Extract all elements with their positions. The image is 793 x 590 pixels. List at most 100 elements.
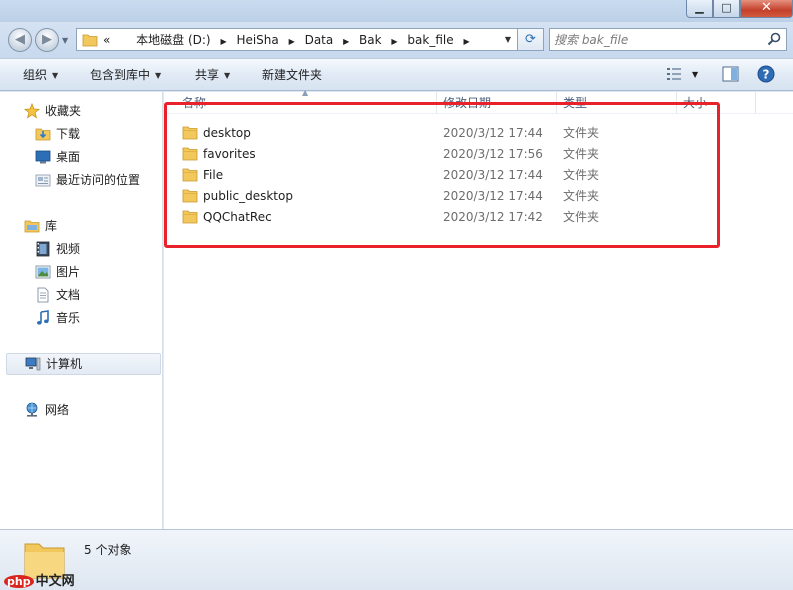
chevron-down-icon: ▼ <box>52 71 59 80</box>
folder-icon <box>182 189 198 203</box>
title-bar: ▁ □ ✕ <box>0 0 793 22</box>
sidebar-item-network[interactable]: 网络 <box>24 400 144 420</box>
refresh-button[interactable]: ⟳ <box>518 28 544 51</box>
breadcrumb-drive[interactable]: 本地磁盘 (D:) <box>136 32 210 48</box>
sidebar-item-pictures[interactable]: 图片 <box>35 262 145 282</box>
column-divider[interactable] <box>755 92 756 114</box>
folder-icon <box>182 147 198 161</box>
sidebar-item-downloads[interactable]: 下载 <box>35 124 145 144</box>
maximize-icon: □ <box>721 1 732 14</box>
recent-places-icon <box>35 174 51 187</box>
folder-icon <box>182 168 198 182</box>
preview-pane-icon[interactable] <box>722 66 739 82</box>
include-in-library-menu[interactable]: 包含到库中 ▼ <box>90 67 161 84</box>
minimize-icon: ▁ <box>695 1 704 14</box>
svg-text:?: ? <box>763 68 770 82</box>
sidebar-item-music[interactable]: 音乐 <box>35 308 145 328</box>
file-name: File <box>203 168 224 182</box>
search-box[interactable] <box>549 28 787 51</box>
recent-pages-dropdown[interactable]: ▼ <box>62 36 68 45</box>
sidebar-item-recent-places[interactable]: 最近访问的位置 <box>35 170 160 190</box>
column-header-size[interactable]: 大小 <box>683 95 707 111</box>
sidebar-item-libraries[interactable]: 库 <box>24 216 144 236</box>
picture-icon <box>35 265 51 279</box>
watermark-text: 中文网 <box>35 574 75 589</box>
breadcrumb-data[interactable]: Data <box>305 32 334 48</box>
sidebar-item-desktop[interactable]: 桌面 <box>35 147 145 167</box>
view-options-dropdown[interactable]: ▼ <box>692 67 698 83</box>
file-row[interactable]: public_desktop 2020/3/12 17:44 文件夹 <box>164 186 793 207</box>
new-folder-button[interactable]: 新建文件夹 <box>262 67 322 83</box>
breadcrumb-overflow[interactable]: « <box>103 32 110 48</box>
sidebar-item-label: 最近访问的位置 <box>56 173 141 187</box>
file-date-modified: 2020/3/12 17:56 <box>443 147 543 161</box>
navigation-bar: ◀ ▶ ▼ « ▶ 本地磁盘 (D:) ▶ HeiSha ▶ Data ▶ Ba… <box>0 22 793 58</box>
chevron-right-icon[interactable]: ▶ <box>220 34 226 50</box>
forward-button[interactable]: ▶ <box>35 28 59 52</box>
sidebar-item-computer[interactable]: 计算机 <box>6 353 161 375</box>
chevron-right-icon[interactable]: ▶ <box>343 34 349 50</box>
sidebar-item-label: 文档 <box>56 288 81 302</box>
back-button[interactable]: ◀ <box>8 28 32 52</box>
library-icon <box>24 220 40 233</box>
breadcrumb-bak-file[interactable]: bak_file <box>407 32 453 48</box>
maximize-button[interactable]: □ <box>713 0 740 18</box>
sidebar-item-videos[interactable]: 视频 <box>35 239 145 259</box>
column-header-row: ▲ 名称 修改日期 类型 大小 <box>164 88 793 114</box>
minimize-button[interactable]: ▁ <box>686 0 713 18</box>
file-row[interactable]: QQChatRec 2020/3/12 17:42 文件夹 <box>164 207 793 228</box>
address-bar[interactable]: « ▶ 本地磁盘 (D:) ▶ HeiSha ▶ Data ▶ Bak ▶ ba… <box>76 28 518 51</box>
network-icon <box>26 402 38 417</box>
sidebar-item-label: 桌面 <box>56 150 81 164</box>
close-icon: ✕ <box>761 0 772 15</box>
file-row[interactable]: favorites 2020/3/12 17:56 文件夹 <box>164 144 793 165</box>
column-header-date-modified[interactable]: 修改日期 <box>443 95 491 111</box>
sidebar-item-label: 下载 <box>56 127 81 141</box>
sidebar-item-favorites[interactable]: 收藏夹 <box>24 101 144 121</box>
search-icon[interactable] <box>767 32 781 46</box>
file-type: 文件夹 <box>563 168 600 182</box>
navigation-pane: 收藏夹 下载 桌面 最近访问的位置 库 视频 图片 文档 音乐 计算机 网络 <box>0 92 163 529</box>
file-row[interactable]: desktop 2020/3/12 17:44 文件夹 <box>164 123 793 144</box>
include-in-library-label: 包含到库中 <box>90 68 151 82</box>
folder-icon <box>82 34 98 47</box>
column-header-type[interactable]: 类型 <box>563 95 587 111</box>
organize-menu[interactable]: 组织 ▼ <box>23 67 58 84</box>
sort-ascending-icon: ▲ <box>302 88 309 97</box>
column-divider[interactable] <box>556 92 557 114</box>
sidebar-item-label: 库 <box>45 219 58 233</box>
organize-label: 组织 <box>23 68 48 82</box>
breadcrumb-bak[interactable]: Bak <box>359 32 382 48</box>
sidebar-item-documents[interactable]: 文档 <box>35 285 145 305</box>
share-label: 共享 <box>195 68 220 82</box>
site-watermark: php 中文网 <box>4 570 75 589</box>
folder-icon <box>182 210 198 224</box>
column-divider[interactable] <box>676 92 677 114</box>
chevron-right-icon[interactable]: ▶ <box>463 34 469 50</box>
desktop-icon <box>35 150 51 164</box>
breadcrumb: « ▶ 本地磁盘 (D:) ▶ HeiSha ▶ Data ▶ Bak ▶ ba… <box>103 32 476 50</box>
chevron-right-icon[interactable]: ▶ <box>391 34 397 50</box>
help-icon[interactable]: ? <box>757 65 775 83</box>
file-type: 文件夹 <box>563 147 600 161</box>
close-button[interactable]: ✕ <box>740 0 793 18</box>
address-history-dropdown[interactable]: ▼ <box>499 29 517 50</box>
file-name: favorites <box>203 147 256 161</box>
column-header-name[interactable]: 名称 <box>182 95 206 111</box>
sidebar-item-label: 计算机 <box>46 357 83 371</box>
download-folder-icon <box>35 128 51 141</box>
details-pane: 5 个对象 php 中文网 <box>0 529 793 590</box>
watermark-badge: php <box>4 575 34 588</box>
column-divider[interactable] <box>436 92 437 114</box>
view-options-icon[interactable] <box>666 67 682 81</box>
music-icon <box>37 310 49 325</box>
back-arrow-icon: ◀ <box>15 32 25 47</box>
share-menu[interactable]: 共享 ▼ <box>195 67 230 84</box>
chevron-right-icon[interactable]: ▶ <box>289 34 295 50</box>
breadcrumb-heisha[interactable]: HeiSha <box>236 32 278 48</box>
sidebar-item-label: 视频 <box>56 242 81 256</box>
file-row[interactable]: File 2020/3/12 17:44 文件夹 <box>164 165 793 186</box>
command-bar: 组织 ▼ 包含到库中 ▼ 共享 ▼ 新建文件夹 ▼ ? <box>0 58 793 91</box>
file-date-modified: 2020/3/12 17:44 <box>443 189 543 203</box>
search-input[interactable] <box>554 31 759 48</box>
